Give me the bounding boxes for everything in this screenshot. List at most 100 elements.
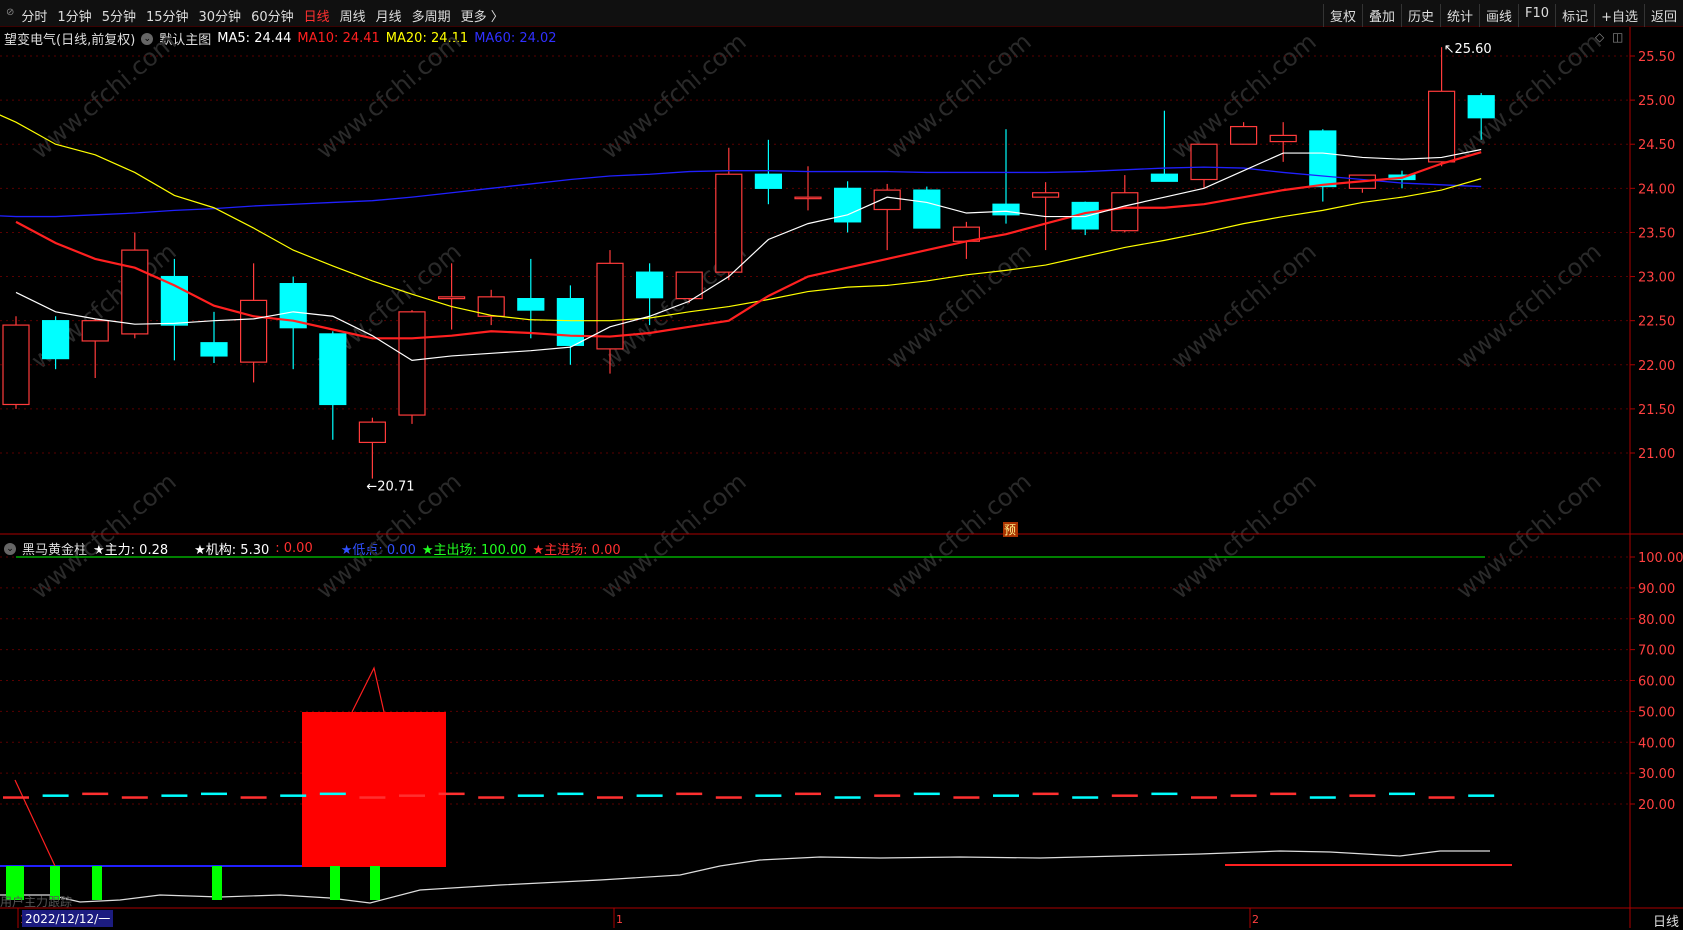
sub-label: 40.00 [1638, 736, 1675, 751]
high-marker: ↖25.60 [1444, 42, 1492, 57]
price-label: 21.00 [1638, 447, 1675, 462]
back-icon[interactable]: ⊘ [4, 4, 16, 27]
candle-body [2, 324, 30, 406]
period-tab-8[interactable]: 月线 [371, 4, 407, 27]
sub-label: 70.00 [1638, 644, 1675, 659]
jigou-bar [359, 796, 386, 799]
jigou-bar [161, 794, 188, 797]
period-label[interactable]: 日线 [1653, 911, 1679, 930]
jigou-bar [1191, 796, 1217, 799]
jigou-bar [399, 794, 425, 797]
jigou-bar [1032, 792, 1059, 796]
jigou-bar [834, 796, 861, 799]
jigou-bar [874, 794, 901, 797]
month-tick-label: 1 [616, 913, 623, 926]
toolbar-action-7[interactable]: +自选 [1594, 4, 1644, 27]
jigou-bar [478, 796, 505, 799]
candle-body [1427, 90, 1456, 163]
jigou-bar [42, 794, 69, 797]
candle-body [319, 333, 347, 406]
candle-body [41, 320, 70, 360]
jigou-bar [3, 796, 29, 799]
watermark-text: www.cfchi.com [881, 237, 1037, 374]
sub-label: 80.00 [1638, 613, 1675, 628]
entry-marker-line [14, 779, 56, 867]
cursor-date: 2022/12/12/一 [22, 910, 114, 927]
watermark-text: www.cfchi.com [596, 467, 752, 604]
jigou-bar [280, 794, 307, 797]
price-label: 22.50 [1638, 315, 1675, 330]
sub-label: 90.00 [1638, 582, 1675, 597]
candle-body [1467, 95, 1495, 119]
zhuli-entry-bar [370, 866, 380, 900]
period-tab-7[interactable]: 周线 [335, 4, 371, 27]
toolbar-action-6[interactable]: 标记 [1555, 4, 1594, 27]
candle-body [635, 271, 664, 299]
sub-label: 30.00 [1638, 767, 1675, 782]
toolbar-action-4[interactable]: 画线 [1479, 4, 1518, 27]
toolbar-action-2[interactable]: 历史 [1400, 4, 1440, 27]
candle-body [1031, 192, 1060, 198]
toolbar-action-0[interactable]: 复权 [1322, 4, 1362, 27]
jigou-bar [201, 792, 227, 796]
price-label: 25.00 [1638, 94, 1675, 109]
candle-body [81, 320, 109, 342]
zhuli-entry-bar [330, 866, 340, 900]
column-peak [351, 666, 385, 713]
price-label: 23.50 [1638, 226, 1675, 241]
sub-label: 20.00 [1638, 798, 1675, 813]
jigou-bar [1349, 794, 1376, 797]
zhuli-entry-bar [92, 866, 102, 900]
toolbar-action-5[interactable]: F10 [1518, 4, 1555, 27]
period-tab-1[interactable]: 1分钟 [52, 4, 96, 27]
sub-label: 50.00 [1638, 705, 1675, 720]
watermark-text: www.cfchi.com [1166, 467, 1322, 604]
toolbar-action-1[interactable]: 叠加 [1361, 4, 1401, 27]
candle-body [200, 342, 228, 357]
watermark-text: www.cfchi.com [1166, 237, 1322, 374]
period-tab-2[interactable]: 5分钟 [97, 4, 141, 27]
watermark-text: www.cfchi.com [1451, 237, 1607, 374]
jigou-bar [517, 794, 544, 797]
period-tab-4[interactable]: 30分钟 [194, 4, 247, 27]
price-label: 23.00 [1638, 271, 1675, 286]
period-tab-6[interactable]: 日线 [299, 4, 335, 27]
jigou-bar [715, 796, 742, 799]
jigou-bar [1111, 794, 1138, 797]
month-tick-label: 2 [1252, 913, 1259, 926]
jigou-bar [755, 794, 782, 797]
candle-body [675, 271, 703, 300]
candle-body [121, 249, 149, 335]
jigou-bar [1468, 794, 1495, 797]
jigou-bar [1151, 792, 1178, 796]
price-label: 24.00 [1638, 182, 1675, 197]
jigou-bar [795, 792, 821, 796]
kline-chart[interactable]: www.cfchi.com www.cfchi.com www.cfchi.com w… [0, 27, 1683, 928]
period-tab-5[interactable]: 60分钟 [246, 4, 299, 27]
period-tab-0[interactable]: 分时 [16, 4, 52, 27]
jigou-bar [557, 792, 584, 796]
toolbar-action-8[interactable]: 返回 [1643, 4, 1683, 27]
period-tab-3[interactable]: 15分钟 [141, 4, 194, 27]
forecast-badge: 预 [1004, 523, 1016, 537]
jigou-bar [82, 792, 109, 796]
period-tab-9[interactable]: 多周期 [407, 4, 456, 27]
watermark-text: www.cfchi.com [1451, 467, 1607, 604]
candle-body [1229, 125, 1258, 145]
jigou-bar [240, 796, 267, 799]
price-label: 25.50 [1638, 50, 1675, 65]
jigou-bar [636, 794, 663, 797]
sub-bottom-label: 用户主力跟踪 [0, 895, 73, 909]
jigou-bar [319, 792, 346, 796]
jigou-bar [1428, 796, 1455, 799]
watermark-text: www.cfchi.com [26, 467, 182, 604]
candle-body [556, 298, 585, 346]
candle-body [1309, 130, 1337, 188]
sub-label: 100.00 [1638, 551, 1683, 566]
toolbar-action-3[interactable]: 统计 [1440, 4, 1479, 27]
price-label: 24.50 [1638, 138, 1675, 153]
period-tab-10[interactable]: 更多 〉 [456, 4, 509, 27]
watermark-text: www.cfchi.com [311, 27, 467, 164]
candle-body [240, 299, 268, 363]
candle-body [913, 189, 941, 229]
